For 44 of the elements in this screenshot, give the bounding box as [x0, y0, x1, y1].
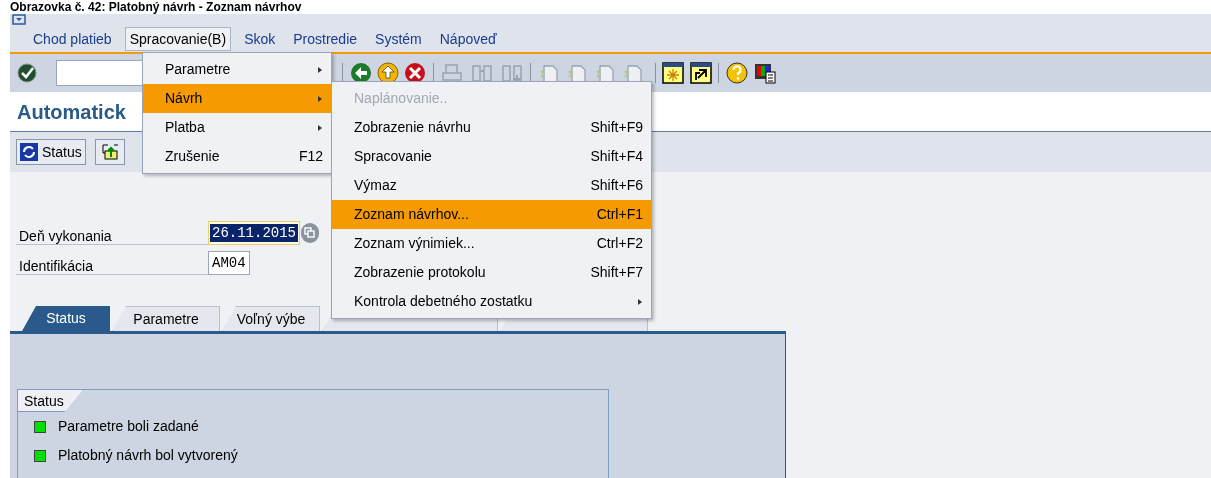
menu-item[interactable]: Zobrazenie protokolu Shift+F7 [332, 258, 651, 287]
menu-item[interactable]: Spracovanie(B) [124, 27, 232, 51]
group-title: Status [18, 390, 83, 412]
status-text: Parametre boli zadané [58, 417, 199, 436]
menu-item[interactable]: Zoznam návrhov... Ctrl+F1 [332, 200, 651, 229]
submenu-arrow-icon [317, 94, 323, 103]
menu-item[interactable]: Parametre [143, 55, 331, 84]
tab[interactable]: Voľný výbe [222, 306, 320, 331]
menu-item[interactable]: Nápoveď [434, 27, 502, 51]
menu-item[interactable]: Prostredie [288, 27, 363, 51]
checkmark-icon[interactable] [16, 62, 38, 84]
menu-item[interactable]: Platba [143, 113, 331, 142]
tab[interactable]: Parametre [112, 306, 220, 331]
status-button[interactable]: Status [16, 139, 86, 165]
refresh-icon [20, 143, 38, 161]
menu-item[interactable]: Výmaz Shift+F6 [332, 171, 651, 200]
new-window-icon[interactable] [662, 62, 684, 84]
input-field[interactable]: 26.11.2015 [208, 221, 300, 245]
menu-item[interactable]: Zoznam výnimiek... Ctrl+F2 [332, 229, 651, 258]
help-icon[interactable] [725, 62, 749, 84]
binoculars-icon[interactable] [470, 62, 494, 84]
page-title: Automatick [17, 99, 126, 125]
menu-item[interactable]: Zobrazenie návrhu Shift+F9 [332, 113, 651, 142]
tab[interactable]: Status [22, 306, 110, 331]
status-text: Platobný návrh bol vytvorený [58, 446, 238, 465]
menu-item[interactable]: Zrušenie F12 [143, 142, 331, 171]
search-help-icon[interactable] [300, 222, 320, 244]
menu-item[interactable]: Návrh [143, 84, 331, 113]
menu-item[interactable]: Skok [239, 27, 281, 51]
figure-caption: Obrazovka č. 42: Platobný návrh - Zoznam návrhov [9, 0, 303, 14]
menu-item[interactable]: Spracovanie Shift+F4 [332, 142, 651, 171]
submenu-arrow-icon [317, 65, 323, 74]
menu-item[interactable]: Chod platieb [28, 27, 117, 51]
submenu-arrow-icon [317, 123, 323, 132]
layout-settings-icon[interactable] [753, 62, 777, 84]
submenu-arrow-icon [637, 297, 643, 306]
binoculars-plus-icon[interactable] [500, 62, 524, 84]
tree-upload-icon [99, 143, 120, 161]
tree-upload-button[interactable] [94, 139, 125, 165]
menu-item[interactable]: Kontrola debetného zostatku [332, 287, 651, 316]
printer-icon[interactable] [440, 62, 464, 84]
window-menu-icon[interactable] [12, 14, 28, 25]
menu-item[interactable]: Systém [370, 27, 427, 51]
input-field[interactable]: AM04 [208, 251, 250, 275]
